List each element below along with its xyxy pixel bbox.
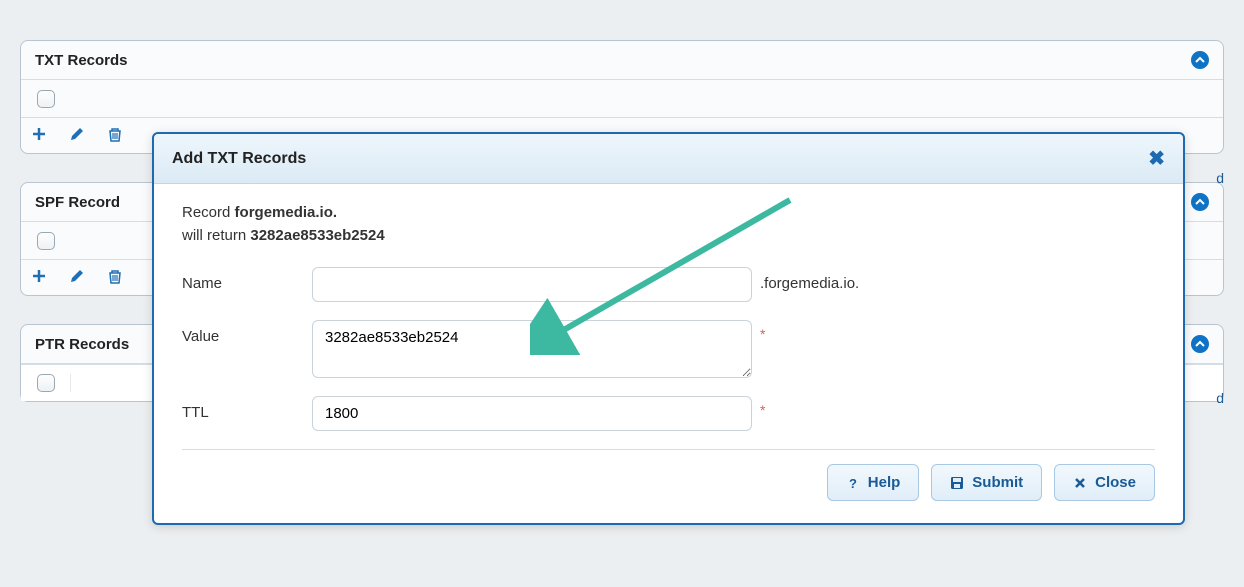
name-row: Name .forgemedia.io. (182, 267, 1155, 302)
ptr-panel-title: PTR Records (35, 336, 129, 353)
value-label: Value (182, 320, 312, 345)
required-mark: * (760, 320, 765, 342)
name-label: Name (182, 267, 312, 292)
dialog-title: Add TXT Records (172, 150, 306, 168)
help-button-label: Help (868, 474, 901, 491)
name-suffix: .forgemedia.io. (760, 267, 859, 292)
preview-value: 3282ae8533eb2524 (250, 227, 384, 244)
required-mark: * (760, 396, 765, 418)
select-all-checkbox[interactable] (37, 374, 55, 392)
select-all-checkbox[interactable] (37, 232, 55, 250)
add-icon[interactable] (31, 268, 47, 287)
x-icon (1073, 476, 1087, 490)
spf-right-text: d (1216, 390, 1224, 406)
close-icon[interactable]: ✖ (1148, 146, 1165, 171)
ttl-label: TTL (182, 396, 312, 421)
submit-button[interactable]: Submit (931, 464, 1042, 501)
txt-select-row (21, 80, 1223, 118)
collapse-icon[interactable] (1191, 193, 1209, 211)
add-icon[interactable] (31, 126, 47, 145)
question-icon: ? (846, 476, 860, 490)
submit-button-label: Submit (972, 474, 1023, 491)
dialog-body: Record forgemedia.io. will return 3282ae… (154, 184, 1183, 523)
dialog-footer: ? Help Submit Close (182, 449, 1155, 511)
collapse-icon[interactable] (1191, 51, 1209, 69)
txt-panel-header: TXT Records (21, 41, 1223, 80)
txt-panel-title: TXT Records (35, 52, 128, 69)
name-input[interactable] (312, 267, 752, 302)
close-button[interactable]: Close (1054, 464, 1155, 501)
txt-right-text: d (1216, 170, 1224, 186)
preview-prefix-2: will return (182, 227, 250, 244)
record-preview: Record forgemedia.io. will return 3282ae… (182, 202, 1155, 247)
close-button-label: Close (1095, 474, 1136, 491)
dialog-header: Add TXT Records ✖ (154, 134, 1183, 184)
collapse-icon[interactable] (1191, 335, 1209, 353)
delete-icon[interactable] (107, 268, 123, 287)
edit-icon[interactable] (69, 126, 85, 145)
preview-hostname: forgemedia.io. (235, 204, 338, 221)
preview-prefix-1: Record (182, 204, 235, 221)
value-input[interactable] (312, 320, 752, 378)
spf-panel-title: SPF Record (35, 194, 120, 211)
save-icon (950, 476, 964, 490)
help-button[interactable]: ? Help (827, 464, 920, 501)
value-row: Value * (182, 320, 1155, 378)
select-all-checkbox[interactable] (37, 90, 55, 108)
svg-text:?: ? (849, 476, 857, 490)
ttl-input[interactable] (312, 396, 752, 431)
delete-icon[interactable] (107, 126, 123, 145)
ttl-row: TTL * (182, 396, 1155, 431)
add-txt-dialog: Add TXT Records ✖ Record forgemedia.io. … (152, 132, 1185, 525)
edit-icon[interactable] (69, 268, 85, 287)
